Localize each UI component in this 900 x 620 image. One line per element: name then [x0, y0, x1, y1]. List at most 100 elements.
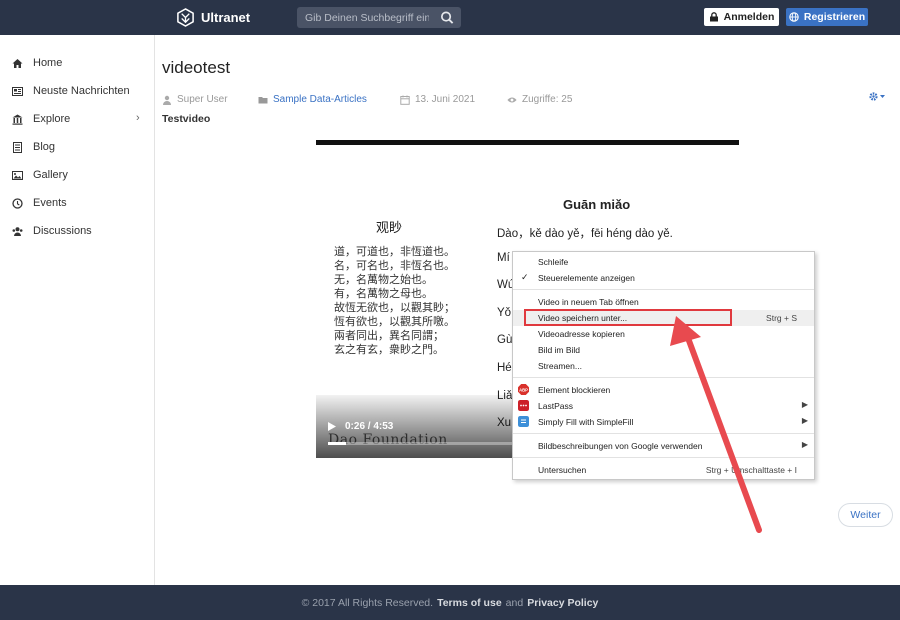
menu-item-block-element[interactable]: ABP Element blockieren	[513, 382, 814, 398]
search-input[interactable]	[297, 7, 429, 28]
chevron-right-icon: ›	[136, 112, 140, 124]
video-time: 0:26 / 4:53	[345, 421, 394, 432]
publish-date: 13. Juni 2021	[415, 94, 476, 105]
sidebar-item-label: Events	[33, 197, 67, 209]
image-icon	[12, 171, 23, 180]
brand-name: Ultranet	[201, 10, 251, 25]
brand-logo[interactable]: Ultranet	[176, 8, 250, 27]
user-icon	[163, 95, 171, 105]
lastpass-icon	[518, 400, 529, 411]
sidebar-item-label: Discussions	[33, 225, 92, 237]
footer-and: and	[505, 596, 524, 609]
calendar-icon	[400, 95, 410, 105]
video-frame-line: Yǒ	[497, 307, 512, 319]
register-button[interactable]: Registrieren	[786, 8, 868, 26]
menu-item-label: Simply Fill with SimpleFill	[538, 417, 634, 427]
menu-item-copy-video-address[interactable]: Videoadresse kopieren	[513, 326, 814, 342]
privacy-link[interactable]: Privacy Policy	[527, 597, 598, 609]
article-options-button[interactable]	[868, 91, 886, 105]
sidebar-item-label: Blog	[33, 141, 56, 153]
login-button[interactable]: Anmelden	[704, 8, 779, 26]
blog-icon	[13, 142, 22, 153]
menu-item-shortcut: Strg + Umschalttaste + I	[705, 465, 797, 475]
search-box	[297, 7, 461, 28]
lock-icon	[709, 12, 718, 22]
sidebar-item-events[interactable]: Events	[0, 193, 154, 215]
abp-icon: ABP	[518, 384, 529, 395]
play-icon[interactable]	[328, 422, 336, 431]
svg-text:ABP: ABP	[519, 387, 528, 392]
simplefill-icon	[518, 416, 529, 427]
sidebar-item-label: Neuste Nachrichten	[33, 85, 130, 97]
submenu-arrow-icon: ▶	[801, 416, 808, 425]
video-progress-bar[interactable]	[328, 442, 528, 445]
footer: © 2017 All Rights Reserved. Terms of use…	[0, 585, 900, 620]
menu-separator	[513, 433, 814, 434]
sidebar-item-blog[interactable]: Blog	[0, 137, 154, 159]
clock-icon	[12, 198, 23, 209]
checkmark-icon: ✓	[521, 272, 529, 282]
menu-separator	[513, 377, 814, 378]
gear-icon	[869, 92, 885, 101]
terms-link[interactable]: Terms of use	[437, 597, 502, 609]
submenu-arrow-icon: ▶	[801, 400, 808, 409]
sidebar-item-label: Explore	[33, 113, 71, 125]
submenu-arrow-icon: ▶	[801, 440, 808, 449]
hits-count: Zugriffe: 25	[522, 94, 573, 105]
sidebar-item-discussions[interactable]: Discussions	[0, 221, 154, 243]
menu-item-label: Streamen...	[538, 361, 582, 371]
article-title: videotest	[162, 58, 231, 77]
menu-item-show-controls[interactable]: ✓ Steuerelemente anzeigen	[513, 270, 814, 286]
highlight-box	[524, 309, 732, 326]
menu-item-loop[interactable]: Schleife	[513, 254, 814, 270]
video-frame-line: Hé	[497, 362, 512, 374]
menu-item-label: Element blockieren	[538, 385, 611, 395]
video-frame-line: Gù	[497, 334, 513, 346]
menu-item-label: Bildbeschreibungen von Google verwenden	[538, 441, 703, 451]
video-frame-left-title: 观眇	[376, 221, 403, 236]
globe-icon	[789, 12, 799, 22]
context-menu: Schleife ✓ Steuerelemente anzeigen Video…	[512, 251, 815, 480]
sidebar-item-home[interactable]: Home	[0, 53, 154, 75]
sidebar-item-explore[interactable]: Explore ›	[0, 109, 154, 131]
meta-category: Sample Data-Articles	[258, 94, 367, 105]
meta-author: Super User	[162, 94, 228, 105]
menu-item-label: Schleife	[538, 257, 569, 267]
home-icon	[12, 59, 23, 68]
menu-item-simplefill[interactable]: Simply Fill with SimpleFill ▶	[513, 414, 814, 430]
menu-item-lastpass[interactable]: LastPass ▶	[513, 398, 814, 414]
eye-icon	[507, 97, 517, 102]
video-controls: 0:26 / 4:53	[328, 421, 393, 432]
sidebar: Home Neuste Nachrichten Explore › Blog G…	[0, 35, 155, 585]
menu-item-open-new-tab[interactable]: Video in neuem Tab öffnen	[513, 294, 814, 310]
menu-separator	[513, 289, 814, 290]
article-subtitle: Testvideo	[162, 113, 211, 125]
menu-item-image-descriptions[interactable]: Bildbeschreibungen von Google verwenden …	[513, 438, 814, 454]
newspaper-icon	[12, 87, 23, 96]
menu-item-label: Steuerelemente anzeigen	[538, 273, 635, 283]
ultranet-logo-icon	[177, 8, 194, 27]
menu-item-label: Videoadresse kopieren	[538, 329, 625, 339]
menu-item-cast[interactable]: Streamen...	[513, 358, 814, 374]
category-link[interactable]: Sample Data-Articles	[273, 94, 367, 105]
sidebar-item-label: Home	[33, 57, 63, 69]
menu-item-picture-in-picture[interactable]: Bild im Bild	[513, 342, 814, 358]
meta-hits: Zugriffe: 25	[507, 94, 572, 105]
top-navbar: Ultranet Anmelden Registrieren	[0, 0, 900, 35]
users-icon	[12, 227, 23, 236]
video-progress-fill	[328, 442, 346, 445]
menu-item-shortcut: Strg + S	[766, 313, 797, 323]
sidebar-item-gallery[interactable]: Gallery	[0, 165, 154, 187]
footer-copyright: © 2017 All Rights Reserved.	[301, 596, 434, 609]
sidebar-item-news[interactable]: Neuste Nachrichten	[0, 81, 154, 103]
menu-item-inspect[interactable]: Untersuchen Strg + Umschalttaste + I	[513, 462, 814, 478]
next-button[interactable]: Weiter	[838, 503, 893, 527]
menu-item-label: LastPass	[538, 401, 573, 411]
bank-icon	[12, 114, 23, 125]
menu-item-label: Untersuchen	[538, 465, 587, 475]
video-frame-poem: 道，可道也，非恆道也。 名，可名也，非恆名也。 无，名萬物之始也。 有，名萬物之…	[334, 245, 455, 356]
register-label: Registrieren	[803, 11, 866, 23]
author-name: Super User	[177, 94, 228, 105]
video-frame-right-title: Guān miǎo	[563, 197, 631, 212]
search-icon[interactable]	[439, 10, 455, 25]
